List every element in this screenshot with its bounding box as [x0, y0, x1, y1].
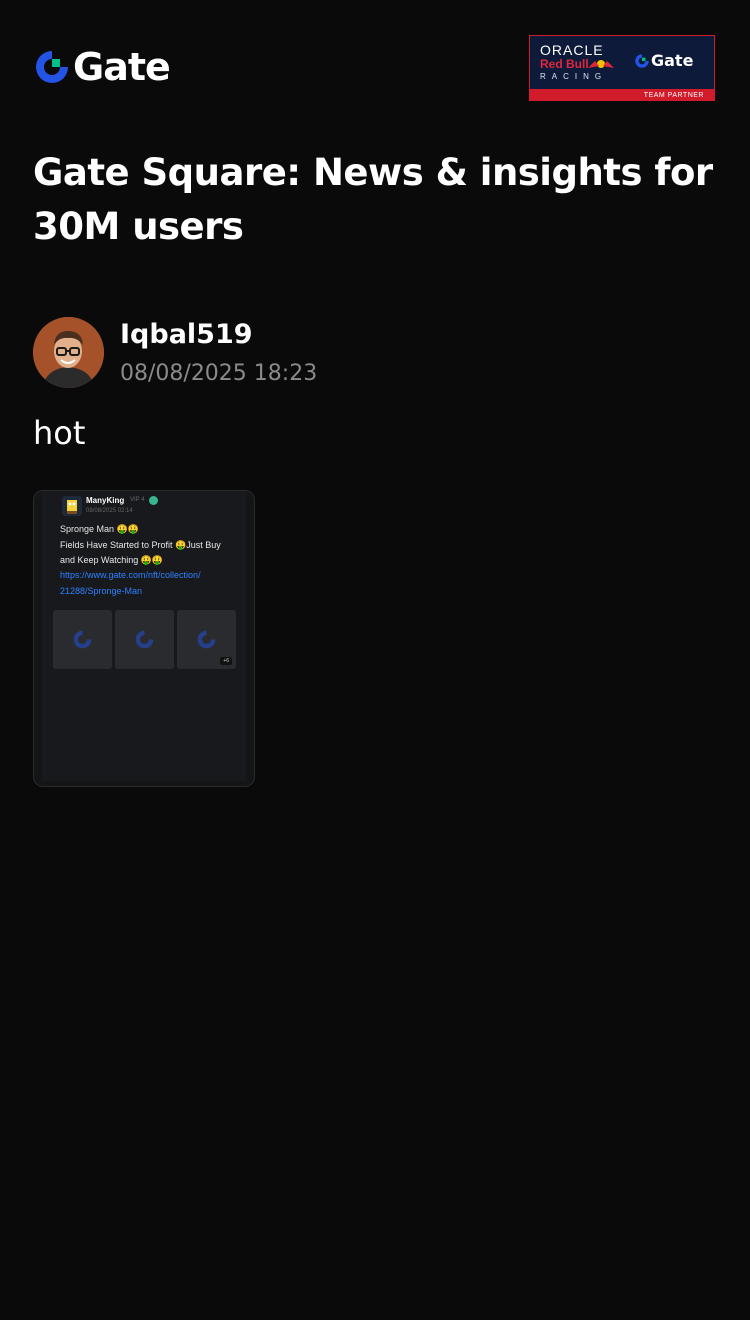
embed-link-line: https://www.gate.com/nft/collection/	[60, 570, 201, 580]
embed-author-avatar-icon	[62, 496, 82, 516]
redbull-label: Red Bull	[540, 57, 589, 71]
author-avatar[interactable]	[33, 317, 104, 388]
embed-image-thumbnail	[53, 610, 112, 669]
embedded-post-body: ManyKing VIP 4 08/08/2025 02:14 Spronge …	[42, 491, 246, 781]
embed-vip-badge: VIP 4	[130, 497, 145, 503]
post-author: Iqbal519 08/08/2025 18:23	[33, 317, 533, 389]
bull-emblem-icon	[588, 60, 614, 68]
embedded-post-card[interactable]: ManyKing VIP 4 08/08/2025 02:14 Spronge …	[33, 490, 255, 787]
partner-strip: TEAM PARTNER	[530, 89, 714, 100]
oracle-label: ORACLE	[540, 42, 604, 58]
author-name[interactable]: Iqbal519	[120, 318, 253, 352]
embed-link-line: 21288/Spronge-Man	[60, 586, 143, 596]
embed-text-line: Fields Have Started to Profit 🤑Just Buy	[60, 540, 221, 550]
embed-image-thumbnail: +6	[177, 610, 236, 669]
image-placeholder-icon	[73, 630, 92, 649]
page-title: Gate Square: News & insights for 30M use…	[33, 151, 713, 248]
team-partner-badge: ORACLE Red Bull RACING Gate TEAM PARTNER	[529, 35, 715, 101]
verified-icon	[149, 496, 158, 505]
gate-logo[interactable]: Gate	[33, 45, 171, 89]
image-placeholder-icon	[197, 630, 216, 649]
team-partner-label: TEAM PARTNER	[643, 92, 704, 99]
gate-logo-icon	[36, 51, 68, 83]
logo-text: Gate	[73, 45, 171, 89]
post-text: hot	[33, 414, 86, 452]
embed-text-line: and Keep Watching 🤑🤑	[60, 555, 164, 565]
image-placeholder-icon	[135, 630, 154, 649]
partner-gate-logo: Gate	[634, 51, 693, 70]
embed-image-thumbnail	[115, 610, 174, 669]
embed-text-line: Spronge Man 🤑🤑	[60, 524, 139, 534]
avatar-portrait-icon	[33, 317, 104, 388]
embed-author-name: ManyKing	[86, 496, 125, 505]
gate-mark-icon	[635, 53, 649, 68]
post-timestamp: 08/08/2025 18:23	[120, 361, 318, 386]
more-images-count: +6	[220, 657, 232, 665]
embed-timestamp: 08/08/2025 02:14	[86, 508, 133, 514]
partner-gate-text: Gate	[651, 51, 694, 70]
racing-label: RACING	[540, 72, 608, 81]
page-header: Gate ORACLE Red Bull RACING Gate TEAM PA…	[0, 0, 750, 140]
